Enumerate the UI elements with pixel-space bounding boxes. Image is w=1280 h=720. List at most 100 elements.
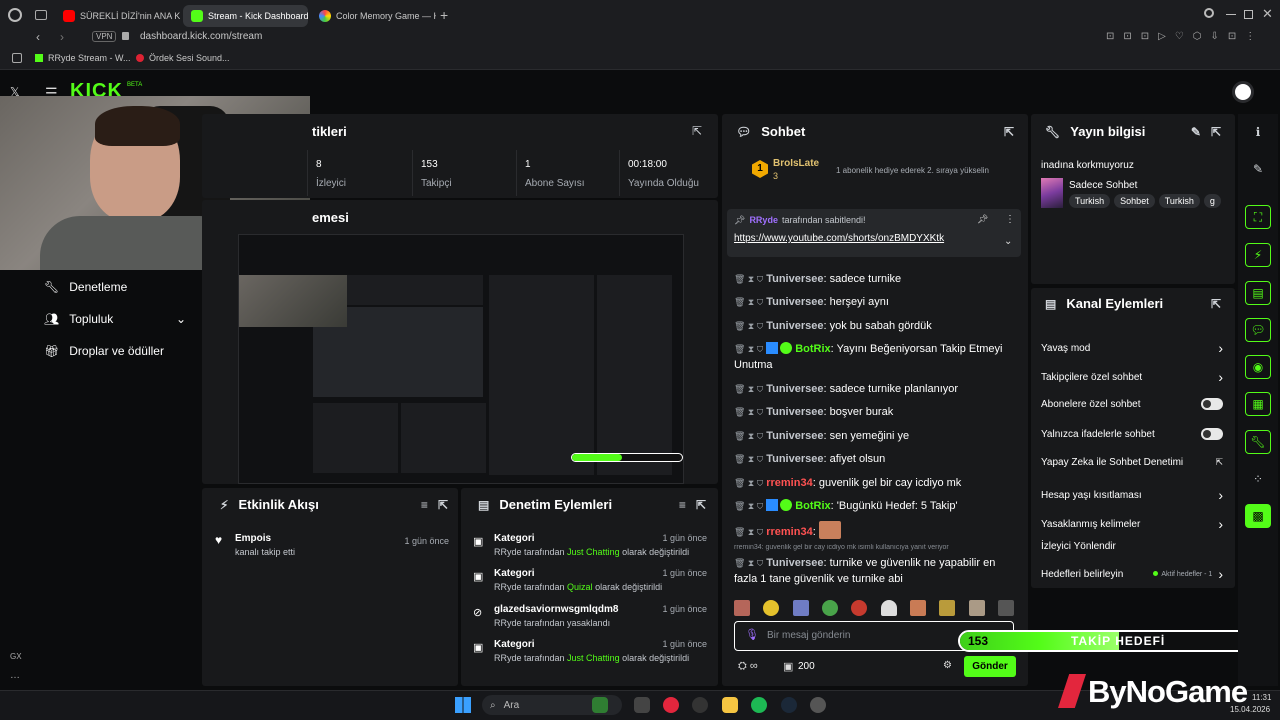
chat-username[interactable]: Tuniversee [766, 273, 823, 285]
mod-tools-icon[interactable]: 🗑︎ ⧗ ⛉ [734, 407, 763, 417]
chat-bottom-icons[interactable]: ⛭ ∞ [738, 660, 758, 673]
filter-icon[interactable]: ≡ [679, 498, 686, 512]
user-avatar[interactable] [1232, 81, 1254, 103]
new-tab-button[interactable]: + [440, 7, 448, 23]
document-icon[interactable]: ▤ [1245, 281, 1271, 305]
popout-icon[interactable]: ⇱ [1211, 125, 1221, 139]
chat-username[interactable]: BotRix [795, 343, 830, 355]
back-icon[interactable]: ‹ [36, 30, 40, 44]
chat-username[interactable]: Tuniversee [766, 453, 823, 465]
top-gifter-user[interactable]: BroIsLate [773, 158, 819, 169]
app-icon-2[interactable] [810, 697, 826, 713]
minimize-button[interactable] [1226, 14, 1236, 15]
filter-icon[interactable]: ≡ [421, 498, 428, 512]
tab-kick-dashboard[interactable]: Stream - Kick Dashboard [183, 5, 308, 27]
nav-item-denetleme[interactable]: 🔧︎ Denetleme [44, 280, 127, 294]
tag-chip[interactable]: g [1203, 194, 1221, 208]
explorer-icon[interactable] [722, 697, 738, 713]
opera-gx-icon[interactable] [663, 697, 679, 713]
bookmark-ordek[interactable]: Ördek Sesi Sound... [136, 53, 230, 63]
mod-tools-icon[interactable]: 🗑︎ ⧗ ⛉ [734, 501, 763, 511]
emote-icon[interactable] [909, 600, 926, 616]
search-icon[interactable] [1204, 8, 1214, 18]
toggle-switch[interactable] [1201, 428, 1223, 440]
mod-tools-icon[interactable]: 🗑︎ ⧗ ⛉ [734, 344, 763, 354]
emote-row[interactable] [734, 600, 1014, 616]
channel-action-row[interactable]: Hedefleri belirleyin Aktif hedefler - 1 › [1041, 566, 1223, 582]
pencil-icon[interactable]: ✎ [1191, 125, 1201, 139]
emote-icon[interactable] [821, 600, 838, 616]
mod-tools-icon[interactable]: 🗑︎ ⧗ ⛉ [734, 558, 763, 568]
spotify-icon[interactable] [751, 697, 767, 713]
vpn-badge[interactable]: VPN [92, 31, 117, 42]
taskview-icon[interactable] [634, 697, 650, 713]
apps-icon[interactable]: ⁘ [1245, 467, 1271, 491]
toggle-switch[interactable] [1201, 398, 1223, 410]
popout-icon[interactable]: ⇱ [692, 124, 702, 138]
mod-tools-icon[interactable]: 🗑︎ ⧗ ⛉ [734, 384, 763, 394]
popout-icon[interactable]: ⇱ [1211, 297, 1221, 311]
chat-username[interactable]: Tuniversee [766, 383, 823, 395]
app-icon[interactable] [692, 697, 708, 713]
nav-item-topluluk[interactable]: 👥︎ Topluluk ⌄ [44, 312, 186, 326]
maximize-button[interactable] [1244, 10, 1253, 19]
mod-tools-icon[interactable]: 🗑︎ ⧗ ⛉ [734, 431, 763, 441]
channel-action-row[interactable]: İzleyici Yönlendir [1041, 541, 1223, 552]
info-icon[interactable]: ℹ [1245, 120, 1271, 144]
chat-username[interactable]: Tuniversee [766, 296, 823, 308]
chat-username[interactable]: Tuniversee [766, 320, 823, 332]
tag-chip[interactable]: Turkish [1158, 194, 1200, 208]
mod-tools-icon[interactable]: 🗑︎ ⧗ ⛉ [734, 527, 763, 537]
nav-item-droplar[interactable]: 🎁︎ Droplar ve ödüller [44, 344, 164, 358]
forward-icon[interactable]: › [60, 30, 64, 44]
chat-username[interactable]: rremin34 [766, 526, 812, 538]
channel-action-row[interactable]: Yasaklanmış kelimeler › [1041, 516, 1223, 532]
browser-menu-icon[interactable] [8, 8, 22, 22]
layout-icon[interactable]: ▦ [1245, 392, 1271, 416]
emote-icon[interactable] [880, 600, 897, 616]
workspaces-icon[interactable] [35, 10, 47, 20]
url-field[interactable]: dashboard.kick.com/stream [140, 31, 262, 42]
emote-icon[interactable] [734, 600, 750, 616]
chat-bubble-icon[interactable]: 💬︎ [1245, 318, 1271, 342]
mod-tools-icon[interactable]: 🗑︎ ⧗ ⛉ [734, 478, 763, 488]
close-window-button[interactable]: ✕ [1262, 6, 1273, 22]
forest-icon[interactable] [592, 697, 608, 713]
channel-action-row[interactable]: Hesap yaşı kısıtlaması › [1041, 487, 1223, 503]
emote-icon[interactable] [763, 600, 780, 616]
windows-start-icon[interactable] [455, 697, 471, 713]
broadcast-icon[interactable]: ◉ [1245, 355, 1271, 379]
steam-icon[interactable] [781, 697, 797, 713]
tab-youtube[interactable]: SÜREKLİ DİZİ'nin ANA KAR [55, 5, 180, 27]
emote-icon[interactable] [968, 600, 985, 616]
channel-action-row[interactable]: Yalnızca ifadelerle sohbet [1041, 428, 1223, 440]
tab-color-memory[interactable]: Color Memory Game — Ha [311, 5, 436, 27]
more-icon[interactable]: … [10, 670, 20, 681]
stream-preview-video[interactable] [238, 234, 684, 484]
chat-username[interactable]: rremin34 [766, 477, 812, 489]
popout-icon[interactable]: ⇱ [1004, 125, 1014, 139]
channel-action-row[interactable]: Yapay Zeka ile Sohbet Denetimi ⇱ [1041, 457, 1223, 468]
chat-settings-icon[interactable]: ⚙ [943, 660, 952, 671]
edit-icon[interactable]: ✎ [1245, 157, 1271, 181]
wrench-icon[interactable]: 🔧︎ [1245, 430, 1271, 454]
chat-username[interactable]: Tuniversee [766, 430, 823, 442]
bookmark-rryde[interactable]: RRyde Stream - W... [35, 53, 131, 63]
extension-icon[interactable]: ▩ [1245, 504, 1271, 528]
expand-icon[interactable]: ⌄ [1004, 236, 1012, 247]
mod-tools-icon[interactable]: 🗑︎ ⧗ ⛉ [734, 454, 763, 464]
send-button[interactable]: Gönder [964, 656, 1016, 677]
channel-action-row[interactable]: Takipçilere özel sohbet › [1041, 369, 1223, 385]
extension-icons[interactable]: ⊡⊡⊡▷♡⬡⇩⊡⋮ [1106, 31, 1264, 42]
emote-icon[interactable] [939, 600, 956, 616]
lightning-icon[interactable]: ⚡︎ [1245, 243, 1271, 267]
crop-icon[interactable]: ⛶ [1245, 205, 1271, 229]
pinned-link[interactable]: https://www.youtube.com/shorts/onzBMDYXK… [734, 233, 944, 244]
mod-tools-icon[interactable]: 🗑︎ ⧗ ⛉ [734, 274, 763, 284]
popout-icon[interactable]: ⇱ [438, 498, 448, 512]
emote-icon[interactable] [792, 600, 809, 616]
bookmarks-icon[interactable] [12, 53, 22, 63]
emote-icon[interactable] [997, 600, 1014, 616]
popout-icon[interactable]: ⇱ [696, 498, 706, 512]
chat-username[interactable]: BotRix [795, 500, 830, 512]
